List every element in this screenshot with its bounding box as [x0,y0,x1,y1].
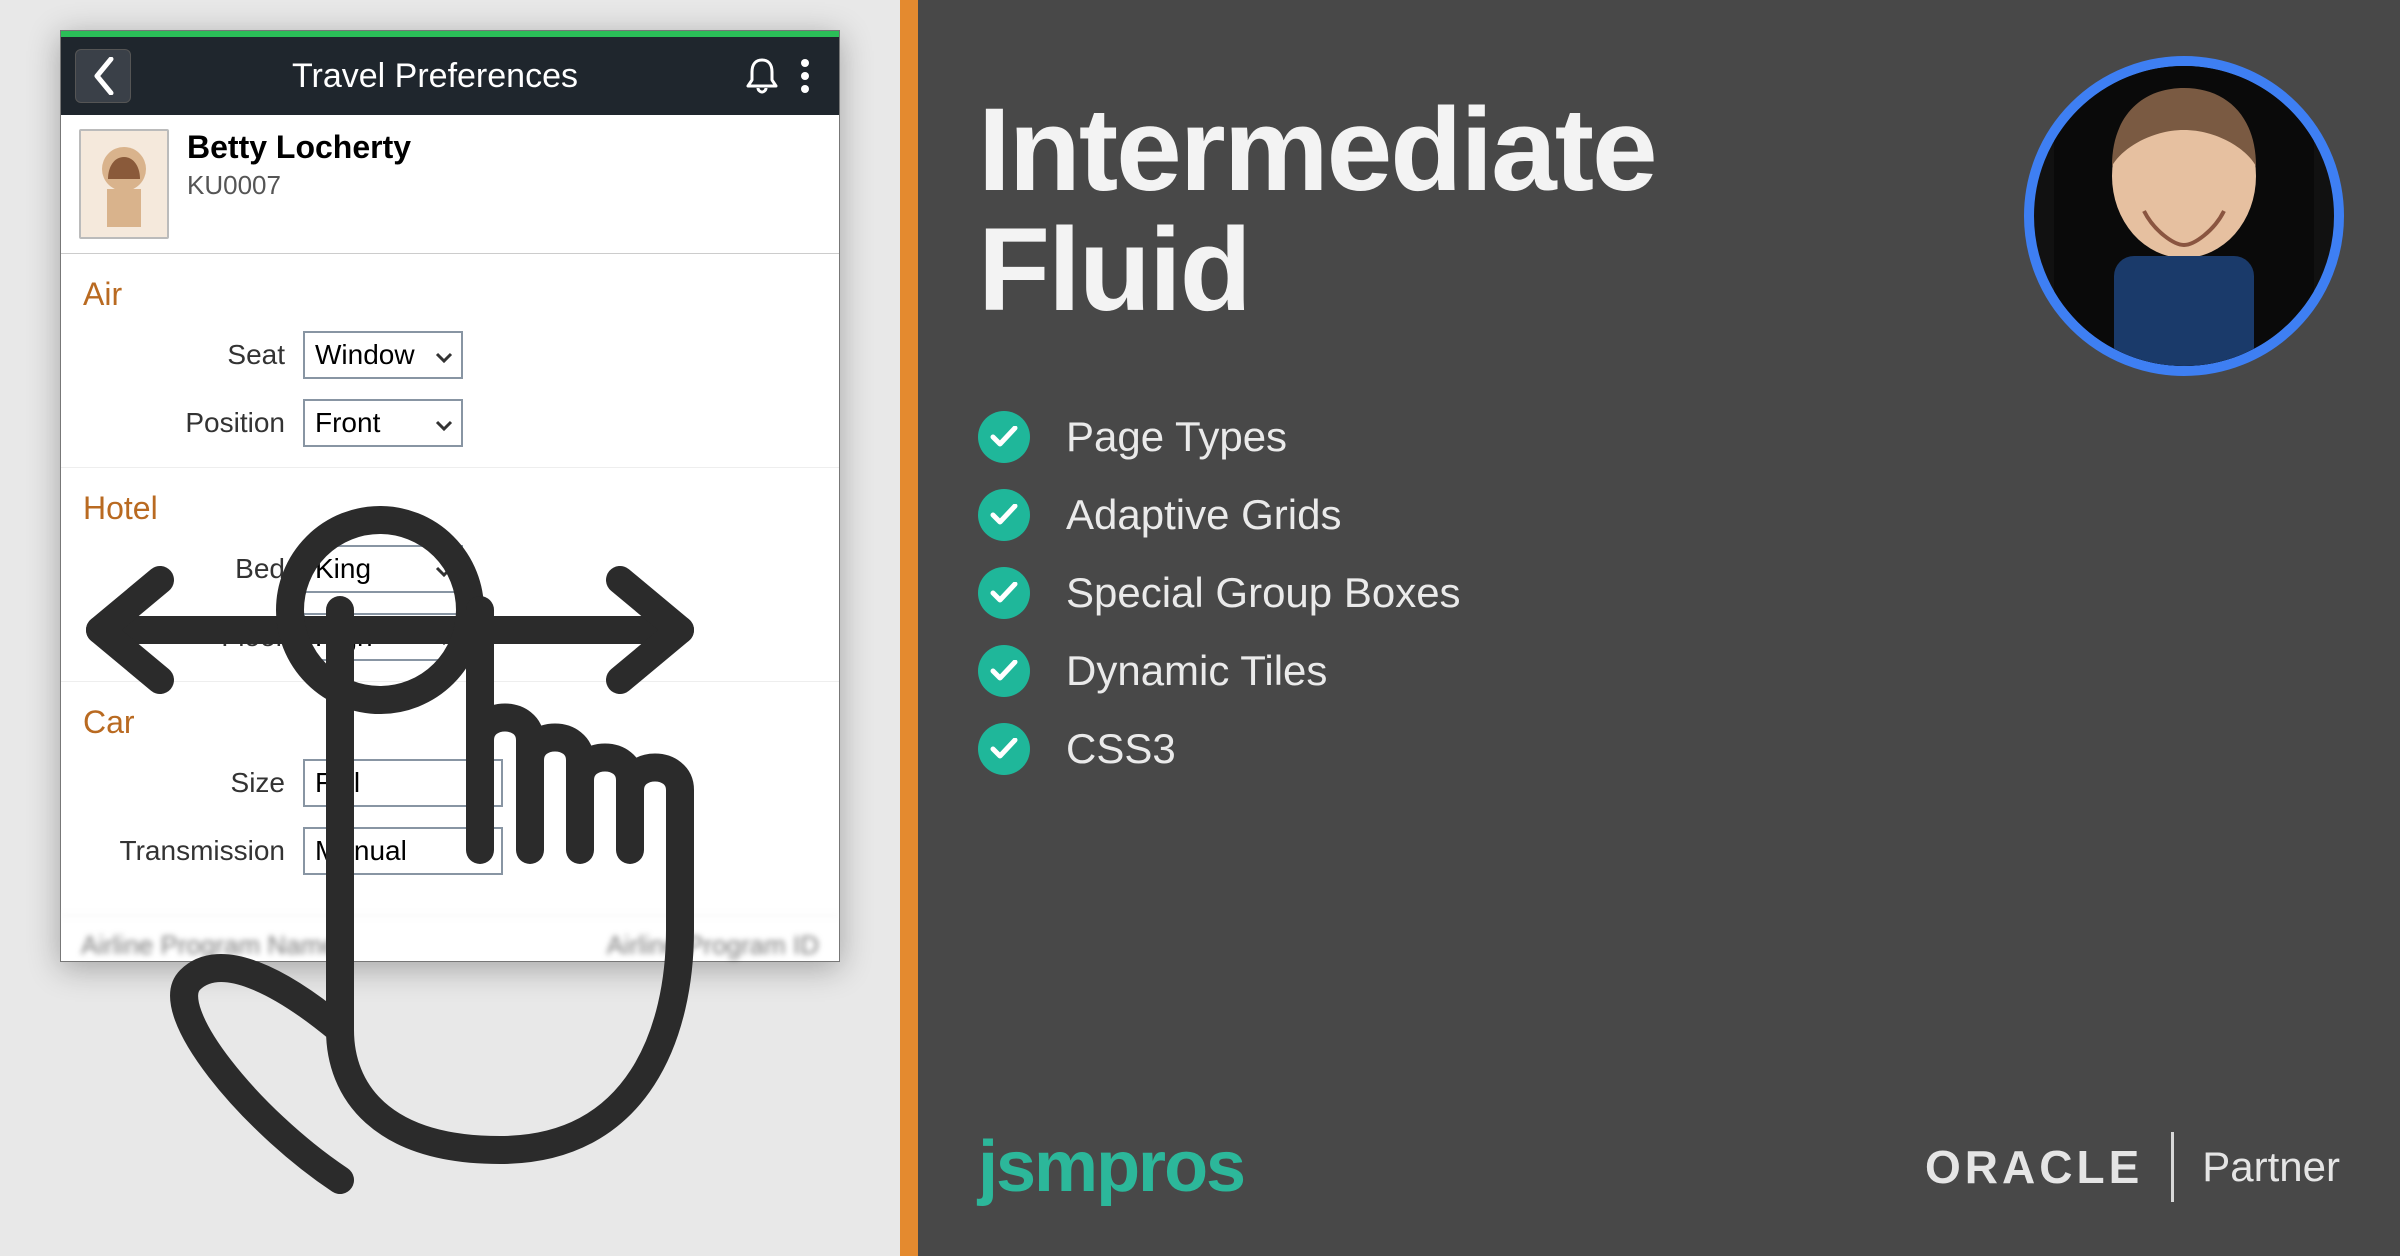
field-label: Size [83,767,303,799]
brand-logo: jsmpros [978,1126,1244,1208]
size-select[interactable]: Full [303,759,503,807]
vertical-divider [2171,1132,2174,1202]
feature-text: Special Group Boxes [1066,569,1461,617]
select-value: Front [315,407,380,439]
check-icon [978,411,1030,463]
col-header: Airline Program Name [81,930,337,961]
chevron-down-icon [475,835,493,867]
feature-text: CSS3 [1066,725,1176,773]
select-value: Window [315,339,415,371]
list-item: CSS3 [978,723,2340,775]
field-label: Bed [83,553,303,585]
section-title-car: Car [83,704,817,741]
app-header: Travel Preferences [61,37,839,115]
field-row: Transmission Manual [83,827,817,875]
section-air: Air Seat Window Position Front [61,254,839,447]
check-icon [978,645,1030,697]
field-row: Seat Window [83,331,817,379]
left-screenshot-panel: Travel Preferences Betty Locherty KU0007… [0,0,900,1256]
user-info: Betty Locherty KU0007 [61,115,839,254]
oracle-partner-badge: ORACLE Partner [1925,1132,2340,1202]
field-label: Transmission [83,835,303,867]
field-row: Position Front [83,399,817,447]
user-id: KU0007 [187,170,411,201]
field-label: Floor [83,621,303,653]
chevron-down-icon [435,553,453,585]
feature-text: Page Types [1066,413,1287,461]
mobile-app-frame: Travel Preferences Betty Locherty KU0007… [60,30,840,962]
col-header: Airline Program ID [607,930,819,961]
field-row: Size Full [83,759,817,807]
list-item: Adaptive Grids [978,489,2340,541]
person-portrait-icon [2054,66,2314,366]
oracle-text: ORACLE [1925,1140,2143,1194]
feature-list: Page Types Adaptive Grids Special Group … [978,411,2340,775]
field-label: Seat [83,339,303,371]
chevron-down-icon [435,621,453,653]
select-value: High [315,621,373,653]
check-icon [978,489,1030,541]
chevron-down-icon [435,339,453,371]
section-title-air: Air [83,276,817,313]
seat-select[interactable]: Window [303,331,463,379]
menu-button[interactable] [785,58,825,94]
kebab-menu-icon [800,58,810,94]
presenter-avatar [2024,56,2344,376]
promo-panel: Intermediate Fluid Page Types Adaptive G… [918,0,2400,1256]
field-row: Floor High [83,613,817,661]
transmission-select[interactable]: Manual [303,827,503,875]
section-car: Car Size Full Transmission Manual [61,681,839,875]
select-value: Manual [315,835,407,867]
chevron-left-icon [91,57,115,95]
chevron-down-icon [475,767,493,799]
back-button[interactable] [75,49,131,103]
page-title: Travel Preferences [131,57,739,96]
partner-text: Partner [2202,1143,2340,1191]
list-item: Special Group Boxes [978,567,2340,619]
section-hotel: Hotel Bed King Floor High [61,467,839,661]
list-item: Dynamic Tiles [978,645,2340,697]
field-label: Position [83,407,303,439]
select-value: King [315,553,371,585]
list-item: Page Types [978,411,2340,463]
feature-text: Dynamic Tiles [1066,647,1327,695]
table-header-row: Airline Program Name Airline Program ID [61,915,839,961]
check-icon [978,723,1030,775]
field-row: Bed King [83,545,817,593]
check-icon [978,567,1030,619]
bell-icon [744,56,780,96]
feature-text: Adaptive Grids [1066,491,1341,539]
position-select[interactable]: Front [303,399,463,447]
panel-divider [900,0,918,1256]
user-name: Betty Locherty [187,129,411,166]
brand-text: jsmpros [978,1127,1244,1207]
notifications-button[interactable] [739,56,785,96]
bed-select[interactable]: King [303,545,463,593]
user-text: Betty Locherty KU0007 [187,129,411,201]
select-value: Full [315,767,360,799]
section-title-hotel: Hotel [83,490,817,527]
floor-select[interactable]: High [303,613,463,661]
avatar [79,129,169,239]
chevron-down-icon [435,407,453,439]
person-icon [89,139,159,229]
